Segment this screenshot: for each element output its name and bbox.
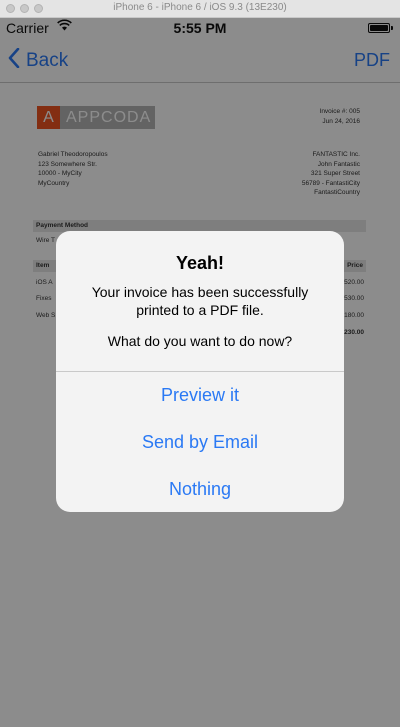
simulator-titlebar: iPhone 6 - iPhone 6 / iOS 9.3 (13E230) — [0, 0, 400, 18]
alert-title: Yeah! — [175, 253, 225, 273]
nothing-button[interactable]: Nothing — [56, 466, 344, 512]
preview-button[interactable]: Preview it — [56, 372, 344, 418]
alert-message: Your invoice has been successfully print… — [91, 284, 309, 318]
alert-question: What do you want to do now? — [107, 333, 293, 349]
send-email-button[interactable]: Send by Email — [56, 419, 344, 465]
alert-dialog: Yeah! Your invoice has been successfully… — [56, 231, 344, 512]
window-title: iPhone 6 - iPhone 6 / iOS 9.3 (13E230) — [113, 2, 287, 13]
